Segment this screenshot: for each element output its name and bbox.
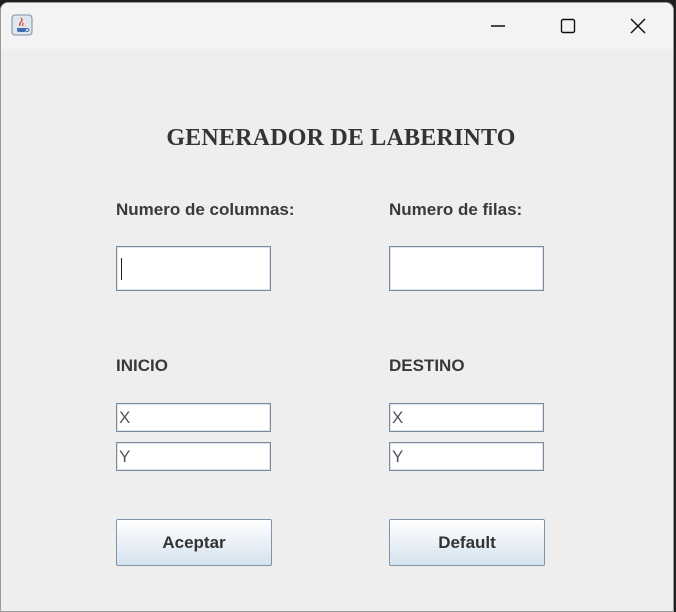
close-icon — [630, 18, 646, 34]
maximize-button[interactable] — [545, 3, 591, 49]
default-button[interactable]: Default — [389, 519, 545, 566]
java-cup-icon — [11, 14, 33, 36]
start-y-input[interactable]: Y — [116, 442, 271, 471]
rows-input[interactable] — [389, 246, 544, 291]
start-label: INICIO — [116, 356, 168, 375]
text-caret — [121, 258, 122, 280]
accept-button[interactable]: Aceptar — [116, 519, 272, 566]
minimize-icon — [491, 25, 505, 27]
destination-y-input[interactable]: Y — [389, 442, 544, 471]
minimize-button[interactable] — [475, 3, 521, 49]
columns-label: Numero de columnas: — [116, 200, 295, 219]
app-window: GENERADOR DE LABERINTO Numero de columna… — [0, 2, 674, 612]
columns-input[interactable] — [116, 246, 271, 291]
start-x-input[interactable]: X — [116, 403, 271, 432]
maximize-icon — [560, 18, 576, 34]
rows-label: Numero de filas: — [389, 200, 523, 219]
destination-x-input[interactable]: X — [389, 403, 544, 432]
form-panel: GENERADOR DE LABERINTO Numero de columna… — [1, 49, 673, 611]
close-button[interactable] — [615, 3, 661, 49]
title-bar[interactable] — [1, 3, 673, 49]
form-title: GENERADOR DE LABERINTO — [166, 125, 516, 151]
destination-label: DESTINO — [389, 356, 465, 375]
